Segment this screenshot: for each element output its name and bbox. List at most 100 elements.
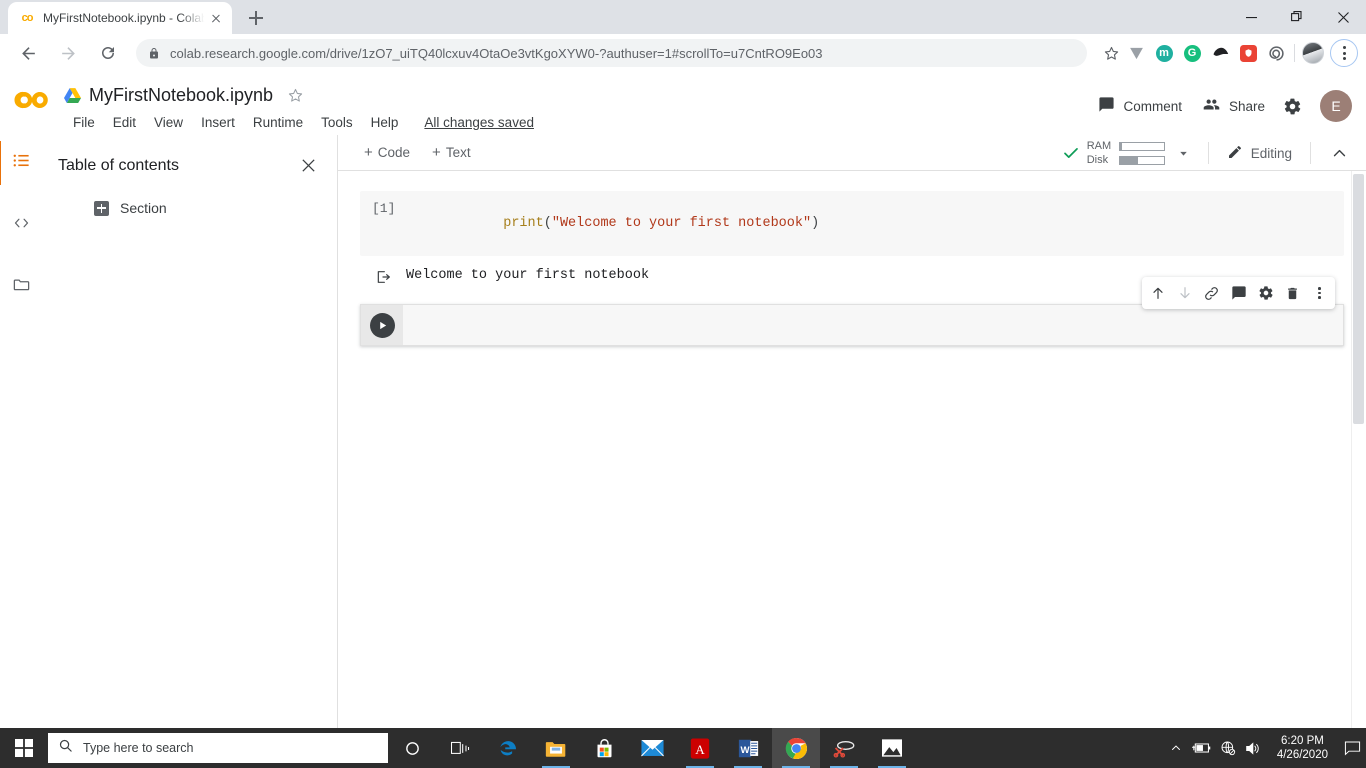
move-cell-down-button[interactable] xyxy=(1171,280,1198,306)
share-button[interactable]: Share xyxy=(1192,90,1275,122)
list-item[interactable]: Section xyxy=(94,200,337,216)
v-extension-icon[interactable] xyxy=(1123,40,1149,66)
taskbar-snipping-tool[interactable] xyxy=(820,728,868,768)
toolbar-divider xyxy=(1294,44,1295,62)
code-cell[interactable] xyxy=(360,277,1344,346)
resource-meters[interactable]: RAM Disk xyxy=(1087,140,1165,166)
colab-logo[interactable] xyxy=(0,72,64,135)
g-extension-icon[interactable]: G xyxy=(1179,40,1205,66)
more-vertical-icon xyxy=(1318,287,1321,299)
taskbar-edge[interactable] xyxy=(484,728,532,768)
editing-status-button[interactable]: Editing xyxy=(1219,140,1300,167)
windows-start-icon[interactable] xyxy=(0,728,48,768)
taskbar-acrobat[interactable]: A xyxy=(676,728,724,768)
code-token: print xyxy=(503,216,544,231)
colab-header: MyFirstNotebook.ipynb File Edit View Ins… xyxy=(0,72,1366,135)
reload-icon[interactable] xyxy=(93,38,123,68)
cell-toolbar xyxy=(1142,277,1335,309)
minimize-icon[interactable] xyxy=(1228,0,1274,34)
more-cell-actions-button[interactable] xyxy=(1306,280,1333,306)
output-arrow-icon xyxy=(360,268,406,290)
swirl-extension-icon[interactable] xyxy=(1263,40,1289,66)
code-line[interactable]: print("Welcome to your first notebook") xyxy=(406,201,819,246)
tab-title: MyFirstNotebook.ipynb - Colabo xyxy=(43,11,206,25)
sidebar-item-files[interactable] xyxy=(5,271,37,303)
toolbar-divider xyxy=(1207,142,1209,164)
taskbar-photos[interactable] xyxy=(868,728,916,768)
code-token: ) xyxy=(811,216,820,231)
menu-runtime[interactable]: Runtime xyxy=(244,112,312,133)
battery-charging-icon[interactable] xyxy=(1189,728,1215,768)
comment-icon xyxy=(1098,96,1115,116)
cell-settings-button[interactable] xyxy=(1252,280,1279,306)
shield-extension-icon[interactable] xyxy=(1235,40,1261,66)
notebook-scrollbar-thumb[interactable] xyxy=(1353,174,1364,424)
network-offline-icon[interactable] xyxy=(1215,728,1241,768)
code-token: "Welcome to your first notebook" xyxy=(551,216,812,231)
taskbar-word[interactable]: W xyxy=(724,728,772,768)
add-code-cell-button[interactable]: + Code xyxy=(356,141,418,164)
code-token: ( xyxy=(543,216,552,231)
page-title[interactable]: MyFirstNotebook.ipynb xyxy=(89,85,273,106)
avatar[interactable]: E xyxy=(1320,90,1352,122)
menu-insert[interactable]: Insert xyxy=(192,112,244,133)
taskbar-mail[interactable] xyxy=(628,728,676,768)
run-cell-button[interactable] xyxy=(361,305,403,345)
svg-text:W: W xyxy=(740,744,750,755)
taskbar-chrome[interactable] xyxy=(772,728,820,768)
add-text-cell-button[interactable]: + Text xyxy=(424,141,479,164)
taskbar-clock[interactable]: 6:20 PM 4/26/2020 xyxy=(1267,734,1338,762)
expand-plus-icon[interactable] xyxy=(94,200,109,216)
colab-menubar: File Edit View Insert Runtime Tools Help… xyxy=(64,109,543,135)
search-input[interactable]: Type here to search xyxy=(48,733,388,763)
close-icon[interactable] xyxy=(1320,0,1366,34)
new-tab-icon[interactable] xyxy=(242,4,270,32)
disk-label: Disk xyxy=(1086,154,1109,166)
star-icon[interactable] xyxy=(287,87,304,104)
address-bar[interactable]: colab.research.google.com/drive/1zO7_uiT… xyxy=(136,39,1087,67)
lock-icon xyxy=(148,47,160,60)
link-to-cell-button[interactable] xyxy=(1198,280,1225,306)
back-arrow-icon[interactable] xyxy=(13,38,43,68)
close-icon[interactable] xyxy=(296,153,321,178)
address-bar-url: colab.research.google.com/drive/1zO7_uiT… xyxy=(170,45,823,61)
browser-tab[interactable]: co MyFirstNotebook.ipynb - Colabo xyxy=(8,2,232,34)
menu-edit[interactable]: Edit xyxy=(104,112,145,133)
restore-icon[interactable] xyxy=(1274,0,1320,34)
add-comment-button[interactable] xyxy=(1225,280,1252,306)
search-icon xyxy=(58,738,73,758)
editing-label: Editing xyxy=(1250,145,1292,161)
menu-help[interactable]: Help xyxy=(362,112,408,133)
sidebar-item-code-snippets[interactable] xyxy=(5,209,37,241)
move-cell-up-button[interactable] xyxy=(1144,280,1171,306)
delete-cell-button[interactable] xyxy=(1279,280,1306,306)
main-area: Table of contents Section + Code + Text xyxy=(0,135,1366,728)
chevron-down-icon[interactable] xyxy=(1169,143,1198,164)
action-center-icon[interactable] xyxy=(1338,728,1366,768)
chevron-up-icon[interactable] xyxy=(1163,728,1189,768)
forward-arrow-icon[interactable] xyxy=(53,38,83,68)
menu-view[interactable]: View xyxy=(145,112,192,133)
menu-file[interactable]: File xyxy=(64,112,104,133)
taskbar-file-explorer[interactable] xyxy=(532,728,580,768)
menu-tools[interactable]: Tools xyxy=(312,112,362,133)
chrome-menu-icon[interactable] xyxy=(1330,39,1358,67)
gear-icon[interactable] xyxy=(1275,91,1310,122)
sidebar-item-table-of-contents[interactable] xyxy=(0,141,37,185)
task-view-button[interactable] xyxy=(436,728,484,768)
chevron-up-icon[interactable] xyxy=(1321,141,1358,166)
comment-button[interactable]: Comment xyxy=(1088,90,1192,122)
taskbar-microsoft-store[interactable] xyxy=(580,728,628,768)
cortana-icon[interactable] xyxy=(388,728,436,768)
save-status[interactable]: All changes saved xyxy=(415,112,543,133)
speaker-icon[interactable] xyxy=(1241,728,1267,768)
m-extension-icon[interactable]: m xyxy=(1151,40,1177,66)
close-tab-icon[interactable] xyxy=(208,10,224,26)
plus-icon: + xyxy=(432,144,441,161)
blob-extension-icon[interactable] xyxy=(1207,40,1233,66)
browser-titlebar: co MyFirstNotebook.ipynb - Colabo xyxy=(0,0,1366,34)
notebook-scrollbar-track[interactable] xyxy=(1351,171,1366,728)
code-cell[interactable]: [1] print("Welcome to your first noteboo… xyxy=(360,191,1344,256)
bookmark-star-icon[interactable] xyxy=(1099,41,1123,65)
profile-avatar-icon[interactable] xyxy=(1300,40,1326,66)
